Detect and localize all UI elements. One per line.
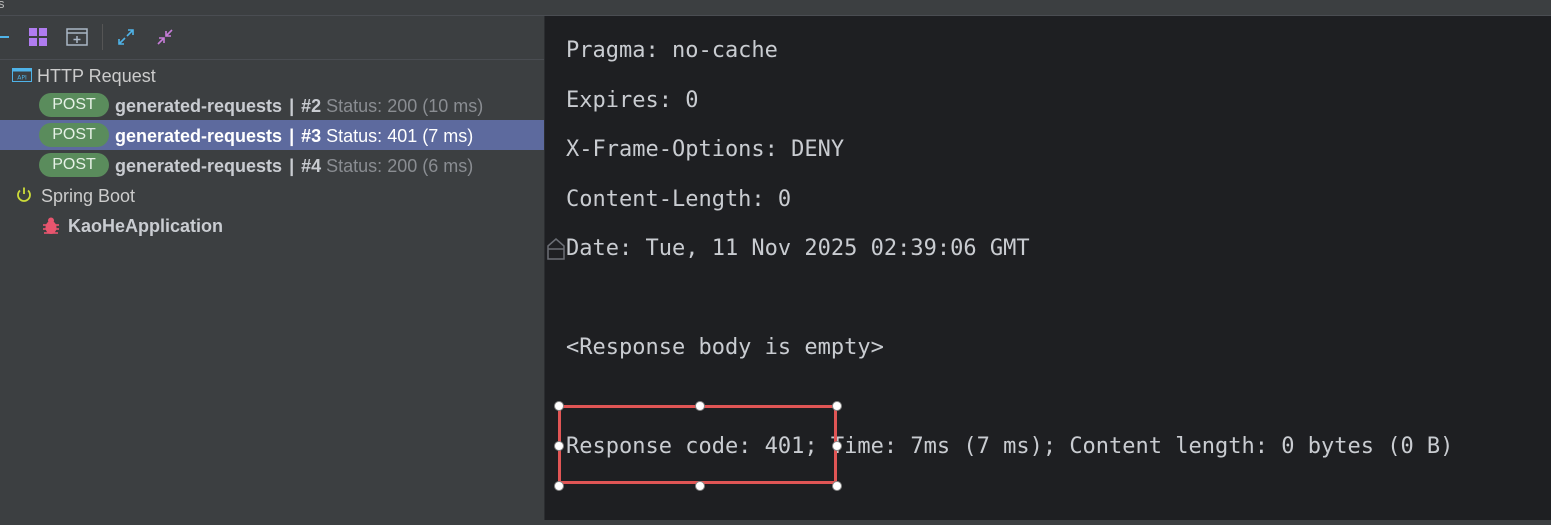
services-panel: API HTTP Request POST generated-requests… [0,16,545,520]
power-icon [15,186,33,209]
response-body: <Response body is empty> [566,335,884,360]
response-viewer[interactable]: Pragma: no-cache Expires: 0 X-Frame-Opti… [545,16,1551,520]
request-status: Status: 200 (10 ms) [326,96,484,116]
tree-node-spring-boot[interactable]: Spring Boot [0,180,544,210]
add-panel-icon[interactable] [66,26,88,48]
svg-text:API: API [17,75,27,82]
request-row-selected[interactable]: POST generated-requests | #3 Status: 401 (… [0,120,544,150]
tree-node-http-request[interactable]: API HTTP Request [0,60,544,90]
layout-grid-icon[interactable] [27,26,49,48]
response-header: Pragma: no-cache [566,38,778,63]
request-status: Status: 401 (7 ms) [326,126,474,146]
request-number: #2 [301,96,322,116]
request-separator: | [289,96,295,116]
toolbar-separator [102,24,103,50]
request-status: Status: 200 (6 ms) [326,156,474,176]
request-name: generated-requests [115,156,283,176]
services-toolbar [0,16,544,60]
method-badge: POST [39,93,109,117]
minus-icon[interactable] [0,26,14,48]
response-header: Date: Tue, 11 Nov 2025 02:39:06 GMT [566,236,1030,261]
request-name: generated-requests [115,126,283,146]
top-bar: s [0,0,1551,16]
expand-icon[interactable] [115,26,137,48]
fold-icon[interactable] [546,237,566,266]
tree-node-app[interactable]: KaoHeApplication [0,210,544,240]
bug-icon [41,216,61,241]
response-header: Expires: 0 [566,88,699,113]
spring-boot-label: Spring Boot [41,186,136,206]
method-badge: POST [39,123,109,147]
request-row[interactable]: POST generated-requests | #4 Status: 200 (… [0,150,544,180]
request-separator: | [289,126,295,146]
request-name: generated-requests [115,96,283,116]
request-number: #3 [301,126,322,146]
http-request-label: HTTP Request [37,66,156,86]
bottom-bar [0,520,1551,525]
collapse-icon[interactable] [154,26,176,48]
method-badge: POST [39,153,109,177]
response-header: Content-Length: 0 [566,187,792,212]
request-number: #4 [301,156,322,176]
api-icon: API [12,68,32,87]
app-name: KaoHeApplication [68,216,224,236]
response-summary: Response code: 401; Time: 7ms (7 ms); Co… [566,434,1454,459]
request-separator: | [289,156,295,176]
request-row[interactable]: POST generated-requests | #2 Status: 200 (… [0,90,544,120]
response-header: X-Frame-Options: DENY [566,137,845,162]
top-bar-fragment: s [0,0,5,11]
